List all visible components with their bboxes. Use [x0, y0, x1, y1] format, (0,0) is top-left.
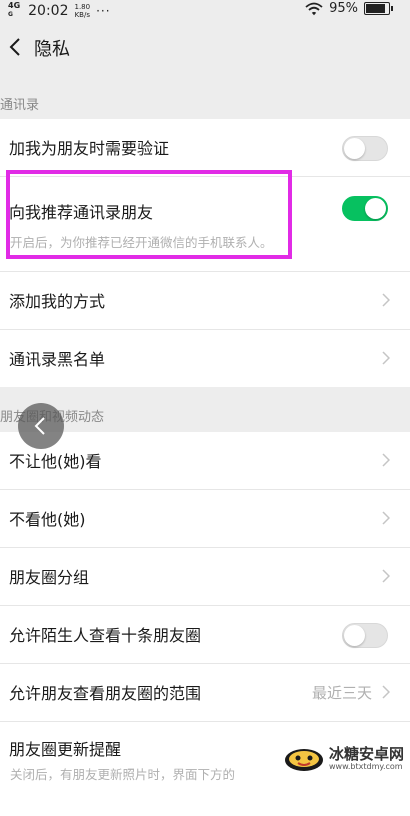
row-add-methods[interactable]: 添加我的方式 — [0, 272, 410, 330]
watermark-name: 冰糖安卓网 — [328, 744, 404, 763]
recommend-toggle[interactable] — [342, 196, 388, 221]
watermark-text: 冰糖安卓网 www.btxtdmy.com — [329, 746, 404, 771]
status-bar: 4G G 20:02 1.80 KB/s ··· 95% — [0, 0, 410, 22]
network-speed: 1.80 KB/s — [75, 3, 91, 19]
row-label-verify: 加我为朋友时需要验证 — [9, 139, 170, 158]
recommend-description: 开启后，为你推荐已经开通微信的手机联系人。 — [10, 235, 273, 250]
floating-back-button[interactable] — [18, 403, 64, 449]
chevron-right-icon — [382, 511, 390, 525]
more-notifications-icon: ··· — [96, 3, 111, 18]
battery-fill — [366, 4, 385, 13]
chevron-right-icon — [382, 685, 390, 699]
verify-toggle[interactable] — [342, 136, 388, 161]
row-strangers-view[interactable]: 允许陌生人查看十条朋友圈 — [0, 606, 410, 664]
status-time: 20:02 — [28, 2, 69, 19]
signal-icon: 4G G — [8, 2, 20, 19]
row-hide-their-moments[interactable]: 不看他(她) — [0, 490, 410, 548]
battery-percent: 95% — [329, 1, 358, 16]
network-label-2: G — [8, 11, 13, 18]
row-recommend-contacts[interactable]: 向我推荐通讯录朋友 开启后，为你推荐已经开通微信的手机联系人。 — [0, 177, 410, 272]
status-left: 4G G 20:02 1.80 KB/s ··· — [8, 2, 111, 19]
navigation-bar: 隐私 — [0, 22, 410, 72]
watermark-url: www.btxtdmy.com — [328, 761, 403, 771]
row-label-hide-mine: 不让他(她)看 — [9, 452, 102, 471]
update-description: 关闭后，有朋友更新照片时，界面下方的 — [10, 767, 236, 782]
watermark-logo-icon — [284, 749, 323, 771]
toggle-knob — [344, 138, 365, 159]
chevron-left-icon[interactable] — [6, 36, 24, 58]
row-moments-groups[interactable]: 朋友圈分组 — [0, 548, 410, 606]
row-label-range: 允许朋友查看朋友圈的范围 — [9, 684, 202, 703]
speed-unit: KB/s — [74, 10, 90, 19]
toggle-knob — [344, 625, 365, 646]
row-label-update: 朋友圈更新提醒 — [9, 740, 122, 759]
row-label-blacklist: 通讯录黑名单 — [9, 350, 106, 369]
speed-value: 1.80 — [74, 2, 91, 11]
watermark: 冰糖安卓网 www.btxtdmy.com — [283, 744, 404, 772]
row-label-add-methods: 添加我的方式 — [9, 292, 106, 311]
chevron-right-icon — [382, 293, 390, 307]
toggle-knob — [365, 198, 386, 219]
row-hide-my-moments[interactable]: 不让他(她)看 — [0, 432, 410, 490]
row-label-recommend: 向我推荐通讯录朋友 — [9, 203, 154, 222]
page-title: 隐私 — [34, 39, 70, 60]
status-right: 95% — [305, 1, 393, 16]
row-verify-friend[interactable]: 加我为朋友时需要验证 — [0, 119, 410, 177]
chevron-left-icon — [34, 417, 45, 435]
strangers-toggle[interactable] — [342, 623, 388, 648]
row-label-groups: 朋友圈分组 — [9, 568, 90, 587]
row-view-range[interactable]: 允许朋友查看朋友圈的范围 最近三天 — [0, 664, 410, 722]
section-header-contacts: 通讯录 — [0, 98, 40, 113]
contacts-settings-group: 加我为朋友时需要验证 向我推荐通讯录朋友 开启后，为你推荐已经开通微信的手机联系… — [0, 119, 410, 387]
row-blacklist[interactable]: 通讯录黑名单 — [0, 330, 410, 387]
row-label-hide-theirs: 不看他(她) — [9, 510, 86, 529]
chevron-right-icon — [382, 453, 390, 467]
wifi-icon — [305, 2, 323, 15]
battery-icon — [364, 2, 393, 15]
network-label: 4G — [8, 1, 21, 10]
chevron-right-icon — [382, 569, 390, 583]
row-label-strangers: 允许陌生人查看十条朋友圈 — [9, 626, 202, 645]
range-value: 最近三天 — [311, 684, 372, 702]
chevron-right-icon — [382, 351, 390, 365]
